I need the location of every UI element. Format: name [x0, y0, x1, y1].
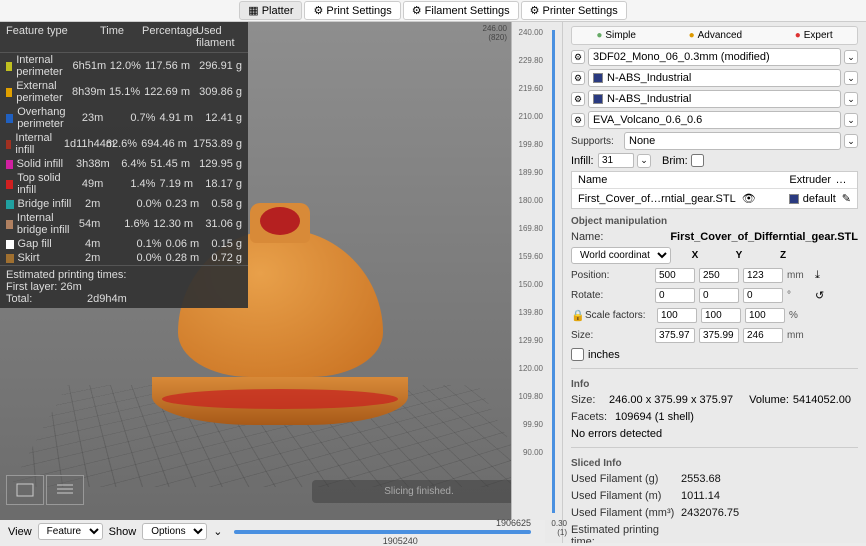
object-list: Name Extruder … First_Cover_of…rntial_ge… [571, 171, 858, 209]
legend-row[interactable]: External perimeter8h39m15.1%122.69 m 309… [0, 79, 248, 105]
scale-x[interactable] [657, 308, 697, 323]
ruler-tick: 109.80 [519, 392, 543, 401]
legend-hdr-time: Time [100, 25, 142, 49]
view-select[interactable]: Feature [38, 523, 103, 540]
chevron-down-icon[interactable]: ⌄ [844, 71, 858, 85]
ruler-tick: 189.90 [519, 168, 543, 177]
ruler-tick: 169.80 [519, 224, 543, 233]
tab-printer-settings[interactable]: ⚙Printer Settings [521, 1, 627, 20]
legend-panel: Feature type Time Percentage Used filame… [0, 22, 248, 308]
chevron-down-icon[interactable]: ⌄ [844, 50, 858, 64]
printer-select[interactable]: EVA_Volcano_0.6_0.6 [588, 111, 841, 129]
show-select[interactable]: Options [142, 523, 207, 540]
mode-simple[interactable]: Simple [592, 29, 640, 42]
edit-icon[interactable]: ✎ [842, 192, 851, 205]
ruler-tick: 210.00 [519, 112, 543, 121]
gear-icon[interactable]: ⚙ [571, 92, 585, 106]
pos-z[interactable] [743, 268, 783, 283]
rot-z[interactable] [743, 288, 783, 303]
ruler-tick: 199.80 [519, 140, 543, 149]
reset-rotation-icon[interactable]: ↺ [815, 289, 824, 302]
brim-checkbox[interactable] [691, 154, 704, 167]
scale-z[interactable] [745, 308, 785, 323]
chevron-down-icon[interactable]: ⌄ [844, 92, 858, 106]
filament-1-select[interactable]: N-ABS_Industrial [588, 69, 841, 87]
ruler-tick: 240.00 [519, 28, 543, 37]
print-profile-select[interactable]: 3DF02_Mono_06_0.3mm (modified) [588, 48, 841, 66]
legend-row[interactable]: Internal bridge infill54m1.6%12.30 m 31.… [0, 211, 248, 237]
legend-row[interactable]: Internal perimeter6h51m12.0%117.56 m 296… [0, 53, 248, 79]
ruler-tick: 139.80 [519, 308, 543, 317]
ruler-tick: 150.00 [519, 280, 543, 289]
size-x[interactable] [655, 328, 695, 343]
chevron-down-icon[interactable]: ⌄ [844, 113, 858, 127]
tab-print-settings[interactable]: ⚙Print Settings [304, 1, 400, 20]
ruler-tick: 99.90 [523, 420, 543, 429]
pos-x[interactable] [655, 268, 695, 283]
ruler-tick: 120.00 [519, 364, 543, 373]
status-toast: Slicing finished. [312, 480, 526, 503]
size-z[interactable] [743, 328, 783, 343]
view-mode-layers[interactable] [46, 475, 84, 505]
z-top-label: 246.00 (820) [483, 24, 507, 42]
chevron-down-icon[interactable]: ⌄ [637, 154, 651, 168]
supports-select[interactable]: None [624, 132, 841, 150]
eye-icon[interactable]: 👁 [742, 192, 756, 205]
ruler-tick: 219.60 [519, 84, 543, 93]
legend-row[interactable]: Overhang perimeter23m0.7%4.91 m 12.41 g [0, 105, 248, 131]
lock-icon[interactable]: 🔒 [571, 309, 581, 322]
tab-filament-settings[interactable]: ⚙Filament Settings [403, 1, 519, 20]
ruler-tick: 180.00 [519, 196, 543, 205]
pos-y[interactable] [699, 268, 739, 283]
coord-system-select[interactable]: World coordinates [571, 247, 671, 264]
view-label: View [8, 526, 32, 538]
legend-row[interactable]: Gap fill4m0.1%0.06 m 0.15 g [0, 237, 248, 251]
legend-hdr-type: Feature type [6, 25, 100, 49]
layer-slider-track[interactable]: 0.30 (1) [545, 22, 563, 543]
viewport-3d[interactable]: Feature type Time Percentage Used filame… [0, 22, 545, 543]
legend-row[interactable]: Solid infill3h38m6.4%51.45 m 129.95 g [0, 157, 248, 171]
main-toolbar: ▦Platter ⚙Print Settings ⚙Filament Setti… [0, 0, 866, 22]
drop-to-bed-icon[interactable]: ⤓ [815, 269, 820, 282]
legend-est-label: Estimated printing times: [6, 269, 242, 281]
size-y[interactable] [699, 328, 739, 343]
filament-2-select[interactable]: N-ABS_Industrial [588, 90, 841, 108]
inches-checkbox[interactable] [571, 348, 584, 361]
mode-selector: Simple Advanced Expert [571, 26, 858, 45]
legend-hdr-pct: Percentage [142, 25, 192, 49]
scale-y[interactable] [701, 308, 741, 323]
rot-x[interactable] [655, 288, 695, 303]
show-label: Show [109, 526, 137, 538]
legend-row[interactable]: Skirt2m0.0%0.28 m 0.72 g [0, 251, 248, 265]
z-ruler: 240.00 229.80 219.60 210.00 199.80 189.90 180.… [511, 22, 545, 543]
z-bot-label: 0.30 (1) [539, 519, 567, 537]
gear-icon[interactable]: ⚙ [571, 71, 585, 85]
rot-y[interactable] [699, 288, 739, 303]
horizontal-move-slider[interactable]: 1906625 1905240 [234, 530, 531, 534]
mode-expert[interactable]: Expert [791, 29, 837, 42]
mode-advanced[interactable]: Advanced [685, 29, 747, 42]
tab-platter[interactable]: ▦Platter [239, 1, 302, 20]
legend-hdr-fil: Used filament [192, 25, 242, 49]
ruler-tick: 129.90 [519, 336, 543, 345]
chevron-down-icon[interactable]: ⌄ [844, 134, 858, 148]
legend-row[interactable]: Internal infill1d11h44m62.6%694.46 m 175… [0, 131, 248, 157]
infill-input[interactable] [598, 153, 634, 168]
chevron-down-icon[interactable]: ⌄ [213, 525, 222, 538]
ruler-tick: 229.80 [519, 56, 543, 65]
ruler-tick: 159.60 [519, 252, 543, 261]
gear-icon[interactable]: ⚙ [571, 113, 585, 127]
legend-row[interactable]: Bridge infill2m0.0%0.23 m 0.58 g [0, 197, 248, 211]
object-row[interactable]: First_Cover_of…rntial_gear.STL 👁 default… [572, 189, 857, 208]
view-mode-3d[interactable] [6, 475, 44, 505]
gear-icon[interactable]: ⚙ [571, 50, 585, 64]
ruler-tick: 90.00 [523, 448, 543, 457]
legend-row[interactable]: Top solid infill49m1.4%7.19 m 18.17 g [0, 171, 248, 197]
